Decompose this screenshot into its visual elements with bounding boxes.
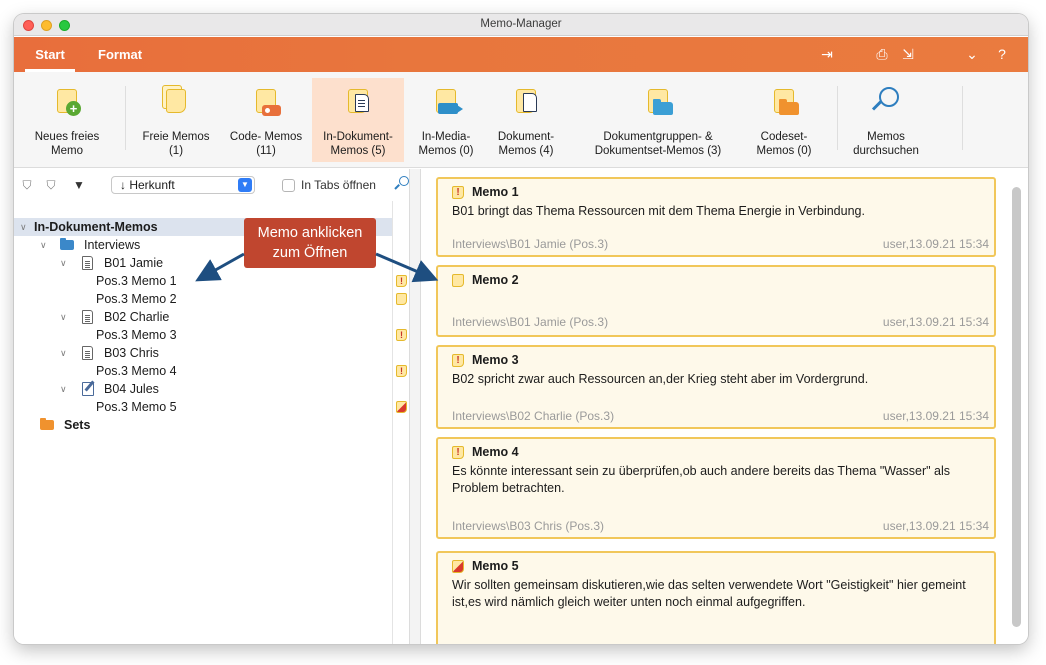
sort-arrow-icon: ↓ xyxy=(120,178,130,192)
memo-meta: user,13.09.21 15:34 xyxy=(882,315,989,329)
tree-item-b02[interactable]: ∨ B02 Charlie xyxy=(14,308,394,326)
codeset-memo-icon xyxy=(767,84,801,118)
tree-item-memo-4[interactable]: Pos.3 Memo 4 xyxy=(14,362,394,380)
memo-text: B02 spricht zwar auch Ressourcen an,der … xyxy=(452,372,869,386)
chevron-down-icon[interactable]: ∨ xyxy=(60,254,70,272)
memo-source: Interviews\B03 Chris (Pos.3) xyxy=(452,519,605,533)
memo-important-icon: ! xyxy=(452,186,464,199)
in-document-memo-icon xyxy=(341,84,375,118)
memo-meta: user,13.09.21 15:34 xyxy=(882,519,989,533)
memo-source: Interviews\B01 Jamie (Pos.3) xyxy=(452,237,609,251)
callout-box: Memo anklicken zum Öffnen xyxy=(244,218,376,268)
document-icon xyxy=(82,256,93,270)
memo-text: Es könnte interessant sein zu überprüfen… xyxy=(452,464,951,495)
open-in-tabs-label: In Tabs öffnen xyxy=(301,178,376,192)
document-group-memo-icon xyxy=(641,84,675,118)
memo-important-icon[interactable]: ! xyxy=(396,365,407,377)
search-icon[interactable] xyxy=(394,176,410,192)
edit-document-icon xyxy=(82,382,94,396)
memo-important-icon: ! xyxy=(452,354,464,367)
memo-red-icon[interactable] xyxy=(396,401,407,413)
free-memo-icon xyxy=(159,84,193,118)
tab-format[interactable]: Format xyxy=(98,37,142,72)
tree-item-memo-1[interactable]: Pos.3 Memo 1 xyxy=(14,272,394,290)
export-icon[interactable]: ⇲ xyxy=(900,46,916,62)
pane-splitter[interactable] xyxy=(409,169,421,644)
memo-important-icon[interactable]: ! xyxy=(396,275,407,287)
memo-card[interactable]: Memo 5 Wir sollten gemeinsam diskutieren… xyxy=(436,551,996,644)
filter-reset-icon[interactable]: ⛉ xyxy=(20,178,34,192)
document-icon xyxy=(82,346,93,360)
search-memos-button[interactable]: Memos durchsuchen xyxy=(844,78,928,162)
memo-text: B01 bringt das Thema Ressourcen mit dem … xyxy=(452,204,865,218)
document-group-memos-button[interactable]: Dokumentgruppen- & Dokumentset-Memos (3) xyxy=(576,78,740,162)
in-media-memo-icon xyxy=(429,84,463,118)
code-memo-icon xyxy=(249,84,283,118)
memo-manager-window: Memo-Manager Start Format ⇥ ⎙ ⇲ ⌄ ? + Ne… xyxy=(14,14,1028,644)
in-media-memos-button[interactable]: In-Media- Memos (0) xyxy=(410,78,482,162)
memo-indicator-strip: ! ! ! xyxy=(392,201,409,644)
memo-cards-pane: ! Memo 1 B01 bringt das Thema Ressourcen … xyxy=(421,169,1028,644)
memo-text: Wir sollten gemeinsam diskutieren,wie da… xyxy=(452,578,966,609)
tree-item-sets[interactable]: Sets xyxy=(14,416,394,434)
window-title: Memo-Manager xyxy=(480,18,562,30)
document-icon xyxy=(82,310,93,324)
tab-start[interactable]: Start xyxy=(19,37,81,72)
sort-dropdown[interactable]: ↓ Herkunft ▼ xyxy=(111,176,255,194)
title-bar: Memo-Manager xyxy=(14,14,1028,36)
chevron-down-icon[interactable]: ∨ xyxy=(20,218,30,236)
chevron-down-icon[interactable]: ∨ xyxy=(40,236,50,254)
print-icon[interactable]: ⎙ xyxy=(874,46,890,62)
chevron-down-icon[interactable]: ∨ xyxy=(60,308,70,326)
memo-meta: user,13.09.21 15:34 xyxy=(882,237,989,251)
filter-clear-icon[interactable]: ⛉ xyxy=(44,178,58,192)
chevron-down-icon[interactable]: ∨ xyxy=(60,344,70,362)
code-memos-button[interactable]: Code- Memos (11) xyxy=(220,78,312,162)
tree-item-memo-3[interactable]: Pos.3 Memo 3 xyxy=(14,326,394,344)
vertical-scrollbar[interactable] xyxy=(1012,187,1021,627)
document-memo-icon xyxy=(509,84,543,118)
folder-icon xyxy=(60,238,74,250)
memo-icon xyxy=(452,274,464,287)
open-in-tabs-checkbox[interactable] xyxy=(282,179,295,192)
memo-source: Interviews\B02 Charlie (Pos.3) xyxy=(452,409,615,423)
ribbon-separator xyxy=(962,86,963,150)
search-icon xyxy=(869,84,903,118)
memo-card[interactable]: ! Memo 3 B02 spricht zwar auch Ressourcen… xyxy=(436,345,996,429)
help-icon[interactable]: ? xyxy=(994,46,1010,62)
memo-card[interactable]: ! Memo 1 B01 bringt das Thema Ressourcen … xyxy=(436,177,996,257)
ribbon-tab-bar: Start Format ⇥ ⎙ ⇲ ⌄ ? xyxy=(14,37,1028,72)
memo-card[interactable]: Memo 2 Interviews\B01 Jamie (Pos.3) user,… xyxy=(436,265,996,337)
chevron-down-icon[interactable]: ∨ xyxy=(60,380,70,398)
memo-icon[interactable] xyxy=(396,293,407,305)
memo-card[interactable]: ! Memo 4 Es könnte interessant sein zu üb… xyxy=(436,437,996,539)
memo-source: Interviews\B01 Jamie (Pos.3) xyxy=(452,315,609,329)
codeset-memos-button[interactable]: Codeset- Memos (0) xyxy=(744,78,824,162)
ribbon-separator xyxy=(837,86,838,150)
filter-icon[interactable]: ▼ xyxy=(72,178,86,192)
tree-item-b03[interactable]: ∨ B03 Chris xyxy=(14,344,394,362)
new-free-memo-button[interactable]: + Neues freies Memo xyxy=(26,78,108,162)
chevron-down-icon[interactable]: ⌄ xyxy=(964,46,980,62)
chevron-down-icon: ▼ xyxy=(238,178,252,192)
tree-item-memo-2[interactable]: Pos.3 Memo 2 xyxy=(14,290,394,308)
memo-important-icon: ! xyxy=(452,446,464,459)
memo-red-icon xyxy=(452,560,464,573)
ribbon-toolbar: + Neues freies Memo Freie Memos (1) Code… xyxy=(14,72,1028,168)
tree-item-b04[interactable]: ∨ B04 Jules xyxy=(14,380,394,398)
import-icon[interactable]: ⇥ xyxy=(819,46,835,62)
tree-item-memo-5[interactable]: Pos.3 Memo 5 xyxy=(14,398,394,416)
memo-meta: user,13.09.21 15:34 xyxy=(882,409,989,423)
in-document-memos-button[interactable]: In-Dokument- Memos (5) xyxy=(312,78,404,162)
ribbon-separator xyxy=(125,86,126,150)
tree-toolbar: ⛉ ⛉ ▼ ↓ Herkunft ▼ In Tabs öffnen xyxy=(14,169,409,201)
document-memos-button[interactable]: Dokument- Memos (4) xyxy=(490,78,562,162)
memo-important-icon[interactable]: ! xyxy=(396,329,407,341)
sets-folder-icon xyxy=(40,418,54,430)
new-memo-icon: + xyxy=(50,84,84,118)
free-memos-button[interactable]: Freie Memos (1) xyxy=(132,78,220,162)
